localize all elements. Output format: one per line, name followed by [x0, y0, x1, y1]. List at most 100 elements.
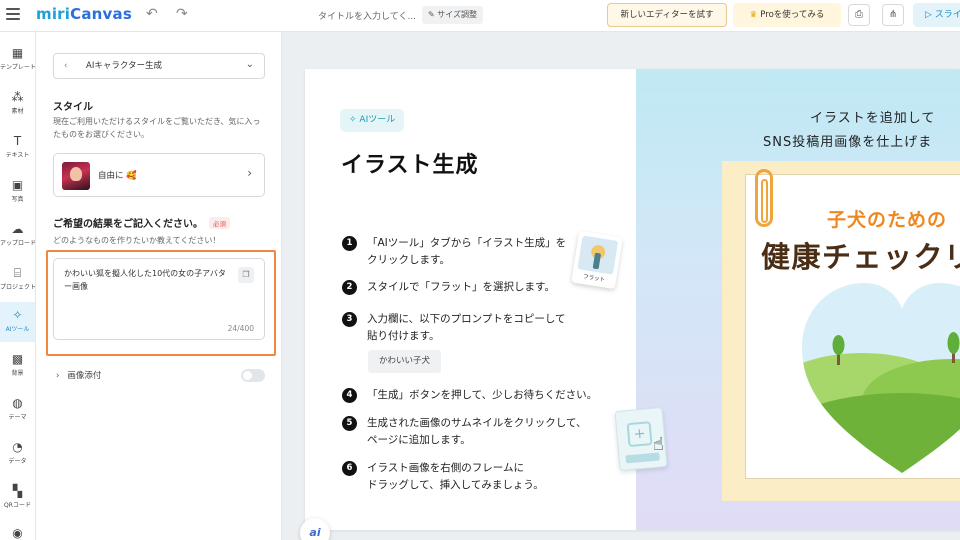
- ai-tool-panel: ‹ AIキャラクター生成 ⌄ スタイル 現在ご利用いただけるスタイルをご覧いただ…: [36, 32, 282, 540]
- background-icon: ▩: [11, 352, 24, 366]
- left-navigation: ▦ テンプレート ⁂ 素材 T テキスト ▣ 写真 ☁ アップロード ⌸ プロジェクト ✧ A…: [0, 32, 36, 540]
- step-number: 6: [342, 461, 357, 476]
- style-thumbnail: [62, 162, 90, 190]
- prompt-chip: かわいい子犬: [368, 350, 442, 373]
- nav-item-photo[interactable]: ▣ 写真: [0, 172, 35, 212]
- nav-label: AIツール: [5, 326, 30, 333]
- right-heading-line-1: イラストを追加して: [810, 111, 936, 126]
- step-text: 「生成」ボタンを押して、少しお待ちください。: [367, 389, 598, 401]
- nav-item-background[interactable]: ▩ 背景: [0, 346, 35, 386]
- image-attach-label: 画像添付: [67, 371, 102, 381]
- nav-label: テンプレート: [0, 64, 35, 71]
- resize-label: サイズ調整: [437, 10, 478, 19]
- text-icon: T: [13, 134, 22, 148]
- nav-label: プロジェクト: [0, 284, 35, 291]
- project-icon: ⌸: [13, 266, 22, 280]
- logo-suffix: Canvas: [70, 5, 132, 23]
- deer-illustration: [577, 235, 619, 275]
- nav-label: テーマ: [8, 414, 27, 421]
- play-icon: ▷: [925, 10, 935, 20]
- document-title-input[interactable]: タイトルを入力してく...: [318, 9, 416, 22]
- elements-icon: ⁂: [11, 90, 24, 104]
- chevron-left-icon[interactable]: ‹: [64, 54, 67, 78]
- nav-item-data[interactable]: ◔ データ: [0, 434, 35, 474]
- ai-assistant-button[interactable]: ai: [300, 518, 330, 540]
- paperclip-inner: [761, 179, 768, 223]
- result-section-description: どのようなものを作りたいか教えてください！: [53, 236, 221, 245]
- step-text: 「AIツール」タブから「イラスト生成」を: [367, 237, 567, 249]
- image-attach-switch[interactable]: [241, 369, 265, 382]
- nav-item-qr-code[interactable]: ▚ QRコード: [0, 478, 35, 518]
- redo-icon[interactable]: ↷: [176, 6, 188, 22]
- app-logo[interactable]: miriCanvas: [36, 5, 132, 23]
- style-name: 自由に 🥰: [98, 171, 137, 181]
- chevron-down-icon: ⌄: [245, 59, 254, 70]
- slide-title: イラスト生成: [341, 153, 479, 178]
- nav-item-theme[interactable]: ◍ テーマ: [0, 390, 35, 430]
- step-text: ドラッグして、挿入してみましょう。: [367, 479, 544, 491]
- result-title-text: ご希望の結果をご記入ください。: [53, 219, 203, 230]
- nav-item-elements[interactable]: ⁂ 素材: [0, 84, 35, 124]
- tool-select-value: AIキャラクター生成: [86, 61, 162, 71]
- style-section-title: スタイル: [53, 102, 93, 113]
- nav-label: テキスト: [5, 152, 30, 159]
- step-number: 2: [342, 280, 357, 295]
- try-pro-button[interactable]: ♛ Proを使ってみる: [733, 3, 841, 27]
- resize-button[interactable]: ✎ サイズ調整: [422, 6, 484, 24]
- step-text: 入力欄に、以下のプロンプトをコピーして: [367, 313, 566, 325]
- upload-icon: ☁: [11, 222, 24, 236]
- character-count: 24/400: [227, 324, 254, 333]
- nav-item-project[interactable]: ⌸ プロジェクト: [0, 260, 35, 300]
- add-image-icon: +: [626, 421, 653, 448]
- nav-item-text[interactable]: T テキスト: [0, 128, 35, 168]
- step-text: イラスト画像を右側のフレームに: [367, 462, 524, 474]
- nav-label: アップロード: [0, 240, 35, 247]
- step-3: 3 入力欄に、以下のプロンプトをコピーして 貼り付けます。: [342, 311, 566, 345]
- frame-subtitle: 子犬のための: [827, 209, 948, 231]
- save-icon[interactable]: ⎙: [848, 4, 870, 26]
- step-number: 1: [342, 236, 357, 251]
- ai-tool-select[interactable]: ‹ AIキャラクター生成 ⌄: [53, 53, 265, 79]
- slideshow-button[interactable]: ▷ スライ: [913, 3, 960, 27]
- try-new-editor-button[interactable]: 新しいエディターを試す: [607, 3, 727, 27]
- flat-style-card: フラット: [571, 230, 623, 290]
- style-selector[interactable]: 自由に 🥰 ›: [53, 153, 265, 197]
- step-text: 貼り付けます。: [367, 330, 440, 342]
- share-icon[interactable]: ⋔: [882, 4, 904, 26]
- crown-icon: ♛: [749, 10, 758, 20]
- ai-tool-tag: ✧ AIツール: [340, 109, 405, 132]
- nav-item-template[interactable]: ▦ テンプレート: [0, 40, 35, 80]
- prompt-textarea[interactable]: かわいい狐を擬人化した10代の女の子アバター画像 ❐ 24/400: [53, 258, 265, 340]
- step-text: スタイルで「フラット」を選択します。: [367, 281, 555, 293]
- pointer-hand-icon: ☝: [653, 434, 664, 455]
- required-badge: 必須: [209, 217, 230, 229]
- step-4: 4 「生成」ボタンを押して、少しお待ちください。: [342, 387, 597, 404]
- step-text: ページに追加します。: [367, 434, 471, 446]
- data-icon: ◔: [12, 440, 23, 454]
- nav-label: 写真: [11, 196, 24, 203]
- nav-item-upload[interactable]: ☁ アップロード: [0, 216, 35, 256]
- template-icon: ▦: [11, 46, 24, 60]
- frame-title: 健康チェックリ: [761, 240, 960, 274]
- prompt-text[interactable]: かわいい狐を擬人化した10代の女の子アバター画像: [64, 267, 232, 293]
- chevron-right-icon: ›: [56, 371, 60, 381]
- heart-landscape-illustration: [802, 283, 960, 473]
- image-attach-toggle-row[interactable]: › 画像添付: [56, 369, 101, 381]
- undo-icon[interactable]: ↶: [146, 6, 158, 22]
- ai-tool-icon: ✧: [12, 308, 23, 322]
- step-number: 4: [342, 388, 357, 403]
- pencil-icon: ✎: [428, 10, 438, 19]
- copy-icon[interactable]: ❐: [238, 267, 254, 283]
- step-1: 1 「AIツール」タブから「イラスト生成」を クリックします。: [342, 235, 566, 269]
- nav-item-more[interactable]: ◉: [0, 520, 35, 540]
- nav-item-ai-tool[interactable]: ✧ AIツール: [0, 302, 35, 342]
- step-2: 2 スタイルで「フラット」を選択します。: [342, 279, 555, 296]
- step-text: 生成された画像のサムネイルをクリックして、: [367, 417, 587, 429]
- nav-label: 素材: [11, 108, 24, 115]
- nav-label: 背景: [11, 370, 24, 377]
- design-canvas[interactable]: ✧ AIツール イラスト生成 1 「AIツール」タブから「イラスト生成」を クリック…: [305, 69, 960, 530]
- qr-code-icon: ▚: [12, 484, 23, 498]
- slide-left-page: ✧ AIツール イラスト生成 1 「AIツール」タブから「イラスト生成」を クリック…: [305, 69, 636, 530]
- hamburger-menu-icon[interactable]: [6, 8, 20, 20]
- step-6: 6 イラスト画像を右側のフレームにドラッグして、挿入してみましょう。: [342, 460, 544, 494]
